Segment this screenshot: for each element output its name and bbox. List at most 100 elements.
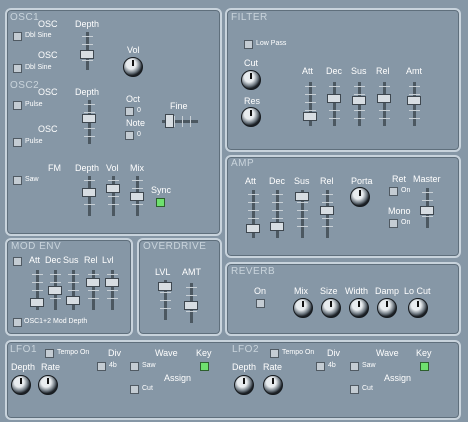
lfo2-key-led[interactable] [420, 362, 429, 371]
od-amt-slider[interactable] [184, 283, 198, 323]
filter-sus-slider[interactable] [352, 82, 366, 126]
osc-mod-depth-label: OSC1+2 Mod Depth [24, 318, 88, 325]
od-lvl-slider[interactable] [158, 280, 172, 320]
lfo2-key-label: Key [416, 348, 432, 358]
note-checkbox[interactable] [125, 131, 134, 140]
lfo1-div-checkbox[interactable] [97, 362, 106, 371]
od-lvl-label: LVL [155, 267, 171, 277]
lfo2-depth-knob[interactable] [234, 375, 254, 395]
lfo1-depth-knob[interactable] [11, 375, 31, 395]
lfo1-tempo-checkbox[interactable] [45, 349, 54, 358]
modenv-enable-checkbox[interactable] [13, 257, 22, 266]
reverb-width-knob[interactable] [349, 298, 369, 318]
reverb-on-checkbox[interactable] [256, 299, 265, 308]
lfo1-wave-label: Wave [155, 348, 178, 358]
sync-led[interactable] [156, 198, 165, 207]
lfo1-depth-label: Depth [11, 362, 36, 372]
fine-slider[interactable] [162, 114, 198, 128]
amp-rel-slider[interactable] [320, 190, 334, 238]
lfo2-tempo-label: Tempo On [282, 349, 315, 356]
lfo1-div-value: 4b [109, 362, 117, 369]
modenv-lvl-slider[interactable] [105, 270, 119, 310]
filter-att-label: Att [302, 66, 314, 76]
lowpass-label: Low Pass [256, 40, 287, 47]
mix-slider[interactable] [130, 176, 144, 216]
modenv-dec-slider[interactable] [48, 270, 62, 310]
filter-rel-slider[interactable] [377, 82, 391, 126]
modenv-rel-slider[interactable] [86, 270, 100, 310]
osc2-pulse2-checkbox[interactable] [13, 138, 22, 147]
mono-checkbox[interactable] [389, 219, 398, 228]
master-slider[interactable] [420, 188, 434, 228]
osc1-title: OSC1 [10, 12, 40, 23]
osc1-depth-slider[interactable] [80, 32, 94, 70]
cut-knob[interactable] [241, 70, 261, 90]
osc1-osc2-label: OSC [38, 50, 58, 60]
filter-dec-label: Dec [326, 66, 343, 76]
lfo2-wave-label: Wave [376, 348, 399, 358]
fine-label: Fine [170, 101, 188, 111]
amp-att-slider[interactable] [246, 190, 260, 238]
amp-dec-slider[interactable] [270, 190, 284, 238]
fm-saw-checkbox[interactable] [13, 176, 22, 185]
osc2-depth-label: Depth [75, 87, 100, 97]
lfo1-saw-label: Saw [142, 362, 156, 369]
amp-title: AMP [231, 158, 255, 169]
reverb-damp-label: Damp [375, 286, 400, 296]
modenv-att-slider[interactable] [30, 270, 44, 310]
lfo2-tempo-checkbox[interactable] [270, 349, 279, 358]
osc1-depth-label: Depth [75, 19, 100, 29]
lfo1-title: LFO1 [10, 344, 38, 355]
oct-checkbox[interactable] [125, 107, 134, 116]
osc1-dbl-sine-checkbox[interactable] [13, 32, 22, 41]
porta-knob[interactable] [350, 187, 370, 207]
reverb-mix-knob[interactable] [293, 298, 313, 318]
osc-vol-knob[interactable] [123, 57, 143, 77]
lfo1-tempo-label: Tempo On [57, 349, 90, 356]
lfo1-rate-knob[interactable] [38, 375, 58, 395]
modenv-sus-slider[interactable] [66, 270, 80, 310]
res-knob[interactable] [241, 107, 261, 127]
osc2-depth-slider[interactable] [82, 100, 96, 144]
reverb-damp-knob[interactable] [377, 298, 397, 318]
lfo1-saw-checkbox[interactable] [130, 362, 139, 371]
modenv-att-label: Att [29, 255, 41, 265]
lfo2-rate-knob[interactable] [263, 375, 283, 395]
lfo2-rate-label: Rate [263, 362, 283, 372]
amp-sus-slider[interactable] [295, 190, 309, 238]
lfo2-div-checkbox[interactable] [316, 362, 325, 371]
osc2-pulse-checkbox[interactable] [13, 101, 22, 110]
reverb-title: REVERB [231, 266, 276, 277]
osc2-pulse-label: Pulse [25, 101, 43, 108]
osc1-dbl-sine2-checkbox[interactable] [13, 64, 22, 73]
lfo2-saw-checkbox[interactable] [350, 362, 359, 371]
osc2-pulse2-label: Pulse [25, 138, 43, 145]
mono-label: Mono [388, 206, 411, 216]
osc2-osc2-label: OSC [38, 124, 58, 134]
filter-amt-slider[interactable] [407, 82, 421, 126]
filter-title: FILTER [231, 12, 268, 23]
lowpass-checkbox[interactable] [244, 40, 253, 49]
fm-depth-slider[interactable] [82, 176, 96, 216]
osc-mod-depth-checkbox[interactable] [13, 318, 22, 327]
ret-label: Ret [392, 174, 407, 184]
osc2-osc-label: OSC [38, 87, 58, 97]
lfo2-cut-checkbox[interactable] [350, 385, 359, 394]
od-amt-label: AMT [182, 267, 201, 277]
lfo1-rate-label: Rate [41, 362, 61, 372]
osc1-dbl-sine-label: Dbl Sine [25, 32, 52, 39]
ret-checkbox[interactable] [389, 187, 398, 196]
fm-vol-slider[interactable] [106, 176, 120, 216]
amp-sus-label: Sus [294, 176, 310, 186]
filter-dec-slider[interactable] [327, 82, 341, 126]
lfo1-key-led[interactable] [200, 362, 209, 371]
lfo2-depth-label: Depth [232, 362, 257, 372]
osc1-osc-label: OSC [38, 19, 58, 29]
reverb-size-knob[interactable] [321, 298, 341, 318]
lfo1-cut-checkbox[interactable] [130, 385, 139, 394]
filter-att-slider[interactable] [303, 82, 317, 126]
reverb-locut-knob[interactable] [408, 298, 428, 318]
osc-vol-label: Vol [127, 45, 140, 55]
reverb-size-label: Size [320, 286, 338, 296]
lfo2-div-label: Div [327, 348, 340, 358]
